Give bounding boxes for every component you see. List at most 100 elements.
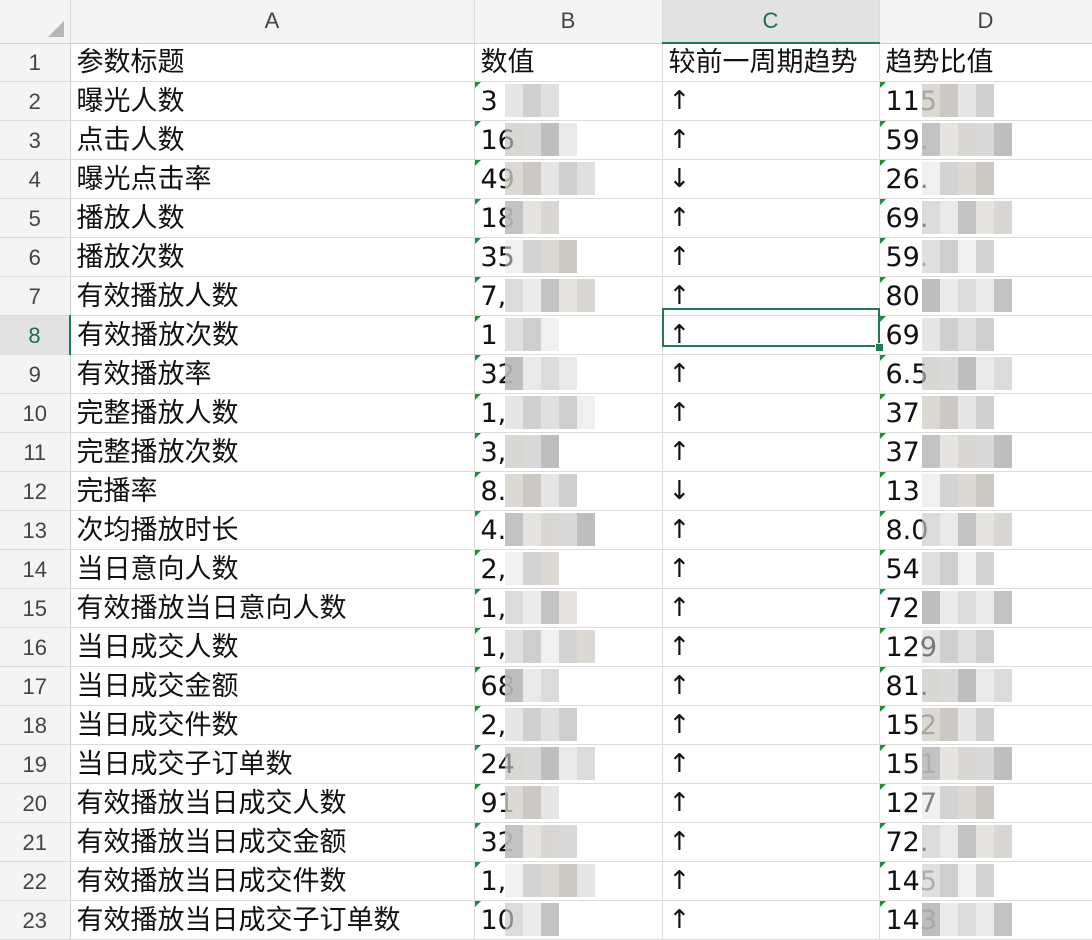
cell-ratio[interactable]: 127 [879, 783, 1092, 823]
cell-value[interactable]: 49 [474, 159, 663, 199]
cell-a1[interactable]: 参数标题 [70, 43, 475, 82]
cell-label[interactable]: 完播率 [70, 471, 475, 511]
cell-value[interactable]: 91 [474, 783, 663, 823]
cell-d1[interactable]: 趋势比值 [879, 43, 1092, 82]
cell-label[interactable]: 曝光人数 [70, 81, 475, 121]
cell-label[interactable]: 当日成交件数 [70, 705, 475, 745]
cell-value[interactable]: 8. [474, 471, 663, 511]
cell-trend[interactable]: ↑ [662, 705, 880, 745]
row-header[interactable]: 16 [0, 627, 71, 667]
select-all-corner[interactable] [0, 0, 71, 44]
cell-label[interactable]: 完整播放人数 [70, 393, 475, 433]
cell-trend[interactable]: ↑ [662, 510, 880, 550]
cell-ratio[interactable]: 143 [879, 900, 1092, 940]
cell-value[interactable]: 10 [474, 900, 663, 940]
cell-trend[interactable]: ↑ [662, 666, 880, 706]
cell-value[interactable]: 2, [474, 705, 663, 745]
cell-ratio[interactable]: 54 [879, 549, 1092, 589]
cell-trend[interactable]: ↑ [662, 822, 880, 862]
cell-value[interactable]: 3 [474, 81, 663, 121]
row-header[interactable]: 3 [0, 120, 71, 160]
cell-trend[interactable]: ↑ [662, 900, 880, 940]
cell-value[interactable]: 68 [474, 666, 663, 706]
cell-value[interactable]: 2, [474, 549, 663, 589]
cell-ratio[interactable]: 129 [879, 627, 1092, 667]
cell-value[interactable]: 16 [474, 120, 663, 160]
cell-ratio[interactable]: 6.5 [879, 354, 1092, 394]
row-header[interactable]: 15 [0, 588, 71, 628]
cell-ratio[interactable]: 59. [879, 120, 1092, 160]
column-header-a[interactable]: A [70, 0, 475, 44]
cell-trend[interactable]: ↑ [662, 354, 880, 394]
cell-ratio[interactable]: 8.0 [879, 510, 1092, 550]
cell-value[interactable]: 24 [474, 744, 663, 784]
cell-label[interactable]: 当日成交金额 [70, 666, 475, 706]
cell-value[interactable]: 32 [474, 822, 663, 862]
row-header[interactable]: 22 [0, 861, 71, 901]
row-header[interactable]: 10 [0, 393, 71, 433]
cell-ratio[interactable]: 37 [879, 393, 1092, 433]
cell-value[interactable]: 4. [474, 510, 663, 550]
cell-ratio[interactable]: 69 [879, 315, 1092, 355]
cell-trend[interactable]: ↑ [662, 198, 880, 238]
column-header-c[interactable]: C [662, 0, 880, 44]
row-header[interactable]: 14 [0, 549, 71, 589]
cell-trend[interactable]: ↓ [662, 159, 880, 199]
cell-label[interactable]: 有效播放当日成交金额 [70, 822, 475, 862]
row-header[interactable]: 1 [0, 43, 71, 82]
cell-trend[interactable]: ↑ [662, 237, 880, 277]
cell-ratio[interactable]: 72 [879, 588, 1092, 628]
cell-trend[interactable]: ↑ [662, 627, 880, 667]
cell-value[interactable]: 1, [474, 627, 663, 667]
row-header[interactable]: 18 [0, 705, 71, 745]
cell-b1[interactable]: 数值 [474, 43, 663, 82]
cell-trend[interactable]: ↑ [662, 744, 880, 784]
cell-value[interactable]: 18 [474, 198, 663, 238]
cell-trend[interactable]: ↑ [662, 432, 880, 472]
cell-label[interactable]: 当日成交人数 [70, 627, 475, 667]
cell-ratio[interactable]: 151 [879, 744, 1092, 784]
cell-label[interactable]: 点击人数 [70, 120, 475, 160]
cell-value[interactable]: 1, [474, 861, 663, 901]
cell-trend[interactable]: ↓ [662, 471, 880, 511]
cell-ratio[interactable]: 115 [879, 81, 1092, 121]
cell-trend[interactable]: ↑ [662, 393, 880, 433]
cell-label[interactable]: 有效播放当日成交人数 [70, 783, 475, 823]
cell-trend[interactable]: ↑ [662, 783, 880, 823]
cell-label[interactable]: 有效播放人数 [70, 276, 475, 316]
cell-label[interactable]: 播放次数 [70, 237, 475, 277]
cell-trend[interactable]: ↑ [662, 588, 880, 628]
cell-label[interactable]: 次均播放时长 [70, 510, 475, 550]
cell-ratio[interactable]: 81. [879, 666, 1092, 706]
fill-handle[interactable] [875, 343, 884, 352]
cell-ratio[interactable]: 72. [879, 822, 1092, 862]
row-header[interactable]: 11 [0, 432, 71, 472]
cell-ratio[interactable]: 69. [879, 198, 1092, 238]
row-header[interactable]: 12 [0, 471, 71, 511]
cell-ratio[interactable]: 152 [879, 705, 1092, 745]
row-header[interactable]: 21 [0, 822, 71, 862]
cell-label[interactable]: 有效播放当日成交件数 [70, 861, 475, 901]
row-header[interactable]: 8 [0, 315, 71, 355]
cell-trend[interactable]: ↑ [662, 81, 880, 121]
row-header[interactable]: 7 [0, 276, 71, 316]
row-header[interactable]: 13 [0, 510, 71, 550]
cell-value[interactable]: 3, [474, 432, 663, 472]
cell-value[interactable]: 1, [474, 588, 663, 628]
cell-c1[interactable]: 较前一周期趋势 [662, 43, 880, 82]
row-header[interactable]: 20 [0, 783, 71, 823]
cell-value[interactable]: 1 [474, 315, 663, 355]
cell-label[interactable]: 播放人数 [70, 198, 475, 238]
cell-label[interactable]: 完整播放次数 [70, 432, 475, 472]
row-header[interactable]: 17 [0, 666, 71, 706]
cell-trend[interactable]: ↑ [662, 861, 880, 901]
cell-value[interactable]: 32 [474, 354, 663, 394]
cell-ratio[interactable]: 145 [879, 861, 1092, 901]
cell-value[interactable]: 35 [474, 237, 663, 277]
cell-label[interactable]: 当日成交子订单数 [70, 744, 475, 784]
row-header[interactable]: 2 [0, 81, 71, 121]
cell-value[interactable]: 7, [474, 276, 663, 316]
cell-trend[interactable]: ↑ [662, 549, 880, 589]
cell-label[interactable]: 曝光点击率 [70, 159, 475, 199]
column-header-d[interactable]: D [879, 0, 1092, 44]
